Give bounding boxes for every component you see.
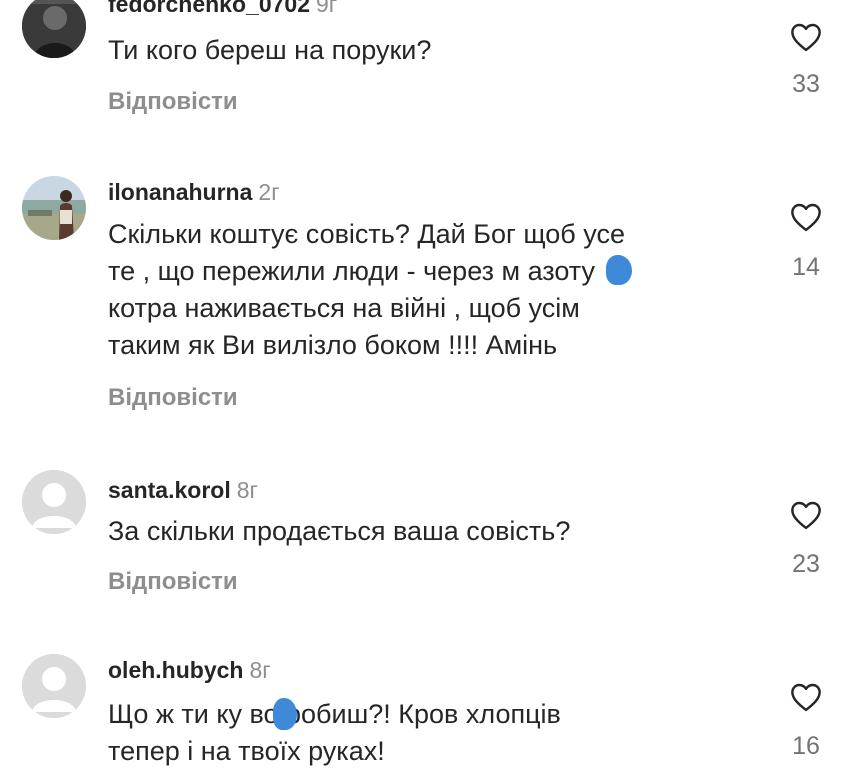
comment-item: fedorchenko_0702 9г Ти кого береш на пору… — [0, 0, 863, 135]
comment-text-line: таким як Ви вилізло боком !!!! Амінь — [108, 330, 558, 360]
username[interactable]: fedorchenko_0702 — [108, 0, 310, 17]
like-count: 16 — [792, 732, 820, 760]
comment-text-line: котра наживається на війні , щоб усім — [108, 293, 580, 323]
comment-header: fedorchenko_0702 9г — [108, 0, 337, 18]
comment-text-line: Що ж ти ку во робиш?! Кров хлопців — [108, 699, 561, 729]
username[interactable]: santa.korol — [108, 477, 231, 503]
comment-header: santa.korol 8г — [108, 476, 258, 504]
comment-time: 8г — [236, 477, 258, 503]
comment-text: Скільки коштує совість? Дай Бог щоб усе … — [108, 216, 758, 364]
comment-text-line: тепер і на твоїх руках! — [108, 736, 385, 766]
username[interactable]: ilonanahurna — [108, 179, 252, 205]
like-count: 33 — [792, 70, 820, 98]
comment-time: 2г — [258, 179, 280, 205]
comment-text: За скільки продається ваша совість? — [108, 513, 758, 550]
comment-text-line: Скільки коштує совість? Дай Бог щоб усе — [108, 219, 625, 249]
comment-text: Що ж ти ку во робиш?! Кров хлопців тепер… — [108, 696, 758, 770]
heart-icon — [791, 683, 821, 712]
comment-header: oleh.hubych 8г — [108, 656, 271, 684]
censor-scribble — [273, 698, 297, 730]
comment-item: oleh.hubych 8г Що ж ти ку во робиш?! Кров… — [0, 652, 863, 768]
comment-text-line: Ти кого береш на поруки? — [108, 35, 432, 65]
like-count: 14 — [792, 253, 820, 281]
censor-scribble — [606, 255, 632, 285]
default-avatar-icon — [22, 470, 86, 534]
avatar[interactable] — [22, 470, 86, 534]
default-avatar-icon — [22, 654, 86, 718]
username[interactable]: oleh.hubych — [108, 657, 243, 683]
heart-icon — [791, 501, 821, 530]
like-count: 23 — [792, 550, 820, 578]
avatar-photo — [22, 176, 86, 240]
heart-icon — [791, 23, 821, 52]
like-button[interactable] — [786, 500, 826, 530]
like-button[interactable] — [786, 202, 826, 232]
avatar[interactable] — [22, 176, 86, 240]
comment-header: ilonanahurna 2г — [108, 178, 280, 206]
avatar[interactable] — [22, 0, 86, 58]
comment-text-line: те , що пережили люди - через м азоту — [108, 256, 595, 286]
reply-button[interactable]: Відповісти — [108, 384, 238, 412]
comment-item: santa.korol 8г За скільки продається ваша… — [0, 470, 863, 610]
reply-button[interactable]: Відповісти — [108, 88, 238, 116]
avatar[interactable] — [22, 654, 86, 718]
comment-time: 8г — [249, 657, 271, 683]
reply-button[interactable]: Відповісти — [108, 568, 238, 596]
avatar-photo — [22, 0, 86, 58]
comment-text-line: За скільки продається ваша совість? — [108, 516, 571, 546]
like-button[interactable] — [786, 682, 826, 712]
comment-time: 9г — [315, 0, 338, 17]
comment-item: ilonanahurna 2г Скільки коштує совість? Д… — [0, 170, 863, 430]
heart-icon — [791, 203, 821, 232]
like-button[interactable] — [786, 22, 826, 52]
comment-text: Ти кого береш на поруки? — [108, 32, 758, 69]
